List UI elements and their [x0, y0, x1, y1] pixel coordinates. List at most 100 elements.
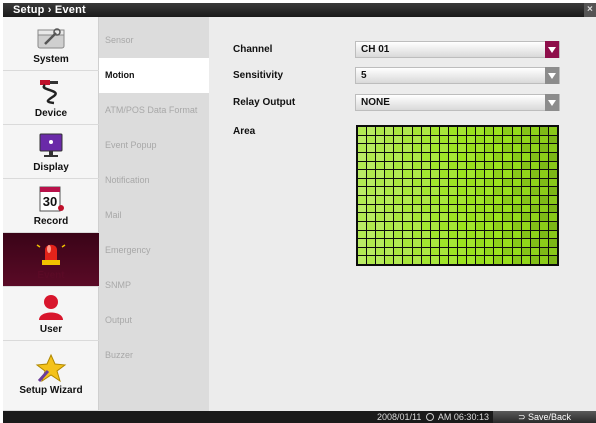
area-grid-cell[interactable]	[548, 239, 557, 247]
area-grid-cell[interactable]	[394, 170, 403, 178]
area-grid-cell[interactable]	[367, 135, 376, 144]
area-grid-cell[interactable]	[467, 187, 476, 195]
area-grid-cell[interactable]	[521, 144, 530, 152]
area-grid-cell[interactable]	[358, 239, 367, 247]
area-grid-cell[interactable]	[412, 135, 421, 144]
area-grid-cell[interactable]	[467, 135, 476, 144]
area-grid-cell[interactable]	[430, 187, 439, 195]
area-grid-cell[interactable]	[521, 152, 530, 161]
area-grid-cell[interactable]	[467, 196, 476, 204]
area-grid-cell[interactable]	[412, 144, 421, 152]
area-grid-cell[interactable]	[467, 204, 476, 213]
area-grid-cell[interactable]	[467, 161, 476, 170]
area-grid-cell[interactable]	[467, 247, 476, 256]
area-grid-cell[interactable]	[421, 135, 430, 144]
area-grid-cell[interactable]	[539, 247, 548, 256]
area-grid-cell[interactable]	[457, 144, 467, 152]
area-grid-cell[interactable]	[358, 196, 367, 204]
area-grid-cell[interactable]	[358, 127, 367, 135]
sidebar-item-record[interactable]: 30 Record	[3, 179, 99, 233]
motion-area-grid[interactable]	[356, 125, 559, 266]
area-grid-cell[interactable]	[376, 144, 385, 152]
area-grid-cell[interactable]	[494, 213, 503, 221]
area-grid-cell[interactable]	[367, 170, 376, 178]
area-grid-cell[interactable]	[439, 178, 448, 187]
area-grid-cell[interactable]	[485, 239, 494, 247]
area-grid-cell[interactable]	[448, 135, 457, 144]
area-grid-cell[interactable]	[467, 127, 476, 135]
submenu-item-emergency[interactable]: Emergency	[99, 233, 209, 268]
area-grid-cell[interactable]	[448, 144, 457, 152]
area-grid-cell[interactable]	[367, 196, 376, 204]
area-grid-cell[interactable]	[530, 152, 539, 161]
area-grid-cell[interactable]	[385, 196, 394, 204]
area-grid-cell[interactable]	[494, 127, 503, 135]
area-grid-cell[interactable]	[530, 247, 539, 256]
area-grid-cell[interactable]	[394, 144, 403, 152]
area-grid-cell[interactable]	[385, 170, 394, 178]
area-grid-cell[interactable]	[539, 213, 548, 221]
area-grid-cell[interactable]	[394, 247, 403, 256]
area-grid-cell[interactable]	[512, 170, 521, 178]
area-grid-cell[interactable]	[485, 213, 494, 221]
area-grid-cell[interactable]	[512, 127, 521, 135]
area-grid-cell[interactable]	[394, 196, 403, 204]
area-grid-cell[interactable]	[367, 256, 376, 264]
area-grid-cell[interactable]	[367, 247, 376, 256]
area-grid-cell[interactable]	[439, 187, 448, 195]
area-grid-cell[interactable]	[376, 213, 385, 221]
area-grid-cell[interactable]	[476, 230, 485, 239]
area-grid-cell[interactable]	[421, 144, 430, 152]
area-grid-cell[interactable]	[485, 135, 494, 144]
area-grid-cell[interactable]	[430, 161, 439, 170]
area-grid-cell[interactable]	[448, 170, 457, 178]
area-grid-cell[interactable]	[548, 256, 557, 264]
area-grid-cell[interactable]	[539, 239, 548, 247]
area-grid-cell[interactable]	[503, 213, 512, 221]
area-grid-cell[interactable]	[367, 178, 376, 187]
area-grid-cell[interactable]	[412, 170, 421, 178]
sidebar-item-system[interactable]: System	[3, 17, 99, 71]
area-grid-cell[interactable]	[530, 144, 539, 152]
area-grid-cell[interactable]	[494, 144, 503, 152]
close-icon[interactable]: ×	[584, 3, 596, 17]
area-grid-cell[interactable]	[439, 196, 448, 204]
area-grid-cell[interactable]	[476, 213, 485, 221]
area-grid-cell[interactable]	[476, 247, 485, 256]
area-grid-cell[interactable]	[430, 135, 439, 144]
area-grid-cell[interactable]	[385, 256, 394, 264]
area-grid-cell[interactable]	[457, 178, 467, 187]
area-grid-cell[interactable]	[358, 213, 367, 221]
area-grid-cell[interactable]	[548, 170, 557, 178]
area-grid-cell[interactable]	[548, 230, 557, 239]
area-grid-cell[interactable]	[376, 135, 385, 144]
area-grid-cell[interactable]	[521, 239, 530, 247]
area-grid-cell[interactable]	[485, 152, 494, 161]
area-grid-cell[interactable]	[394, 161, 403, 170]
area-grid-cell[interactable]	[521, 161, 530, 170]
area-grid-cell[interactable]	[358, 170, 367, 178]
area-grid-cell[interactable]	[448, 239, 457, 247]
area-grid-cell[interactable]	[457, 204, 467, 213]
area-grid-cell[interactable]	[539, 152, 548, 161]
area-grid-cell[interactable]	[367, 144, 376, 152]
area-grid-cell[interactable]	[539, 178, 548, 187]
area-grid-cell[interactable]	[412, 230, 421, 239]
area-grid-cell[interactable]	[439, 213, 448, 221]
area-grid-cell[interactable]	[394, 135, 403, 144]
area-grid-cell[interactable]	[367, 152, 376, 161]
area-grid-cell[interactable]	[548, 221, 557, 230]
area-grid-cell[interactable]	[412, 127, 421, 135]
area-grid-cell[interactable]	[394, 221, 403, 230]
area-grid-cell[interactable]	[548, 135, 557, 144]
area-grid-cell[interactable]	[548, 178, 557, 187]
area-grid-cell[interactable]	[494, 161, 503, 170]
area-grid-cell[interactable]	[448, 178, 457, 187]
area-grid-cell[interactable]	[439, 135, 448, 144]
area-grid-cell[interactable]	[485, 170, 494, 178]
area-grid-cell[interactable]	[439, 204, 448, 213]
area-grid-cell[interactable]	[448, 230, 457, 239]
area-grid-cell[interactable]	[457, 152, 467, 161]
area-grid-cell[interactable]	[385, 152, 394, 161]
area-grid-cell[interactable]	[403, 144, 412, 152]
